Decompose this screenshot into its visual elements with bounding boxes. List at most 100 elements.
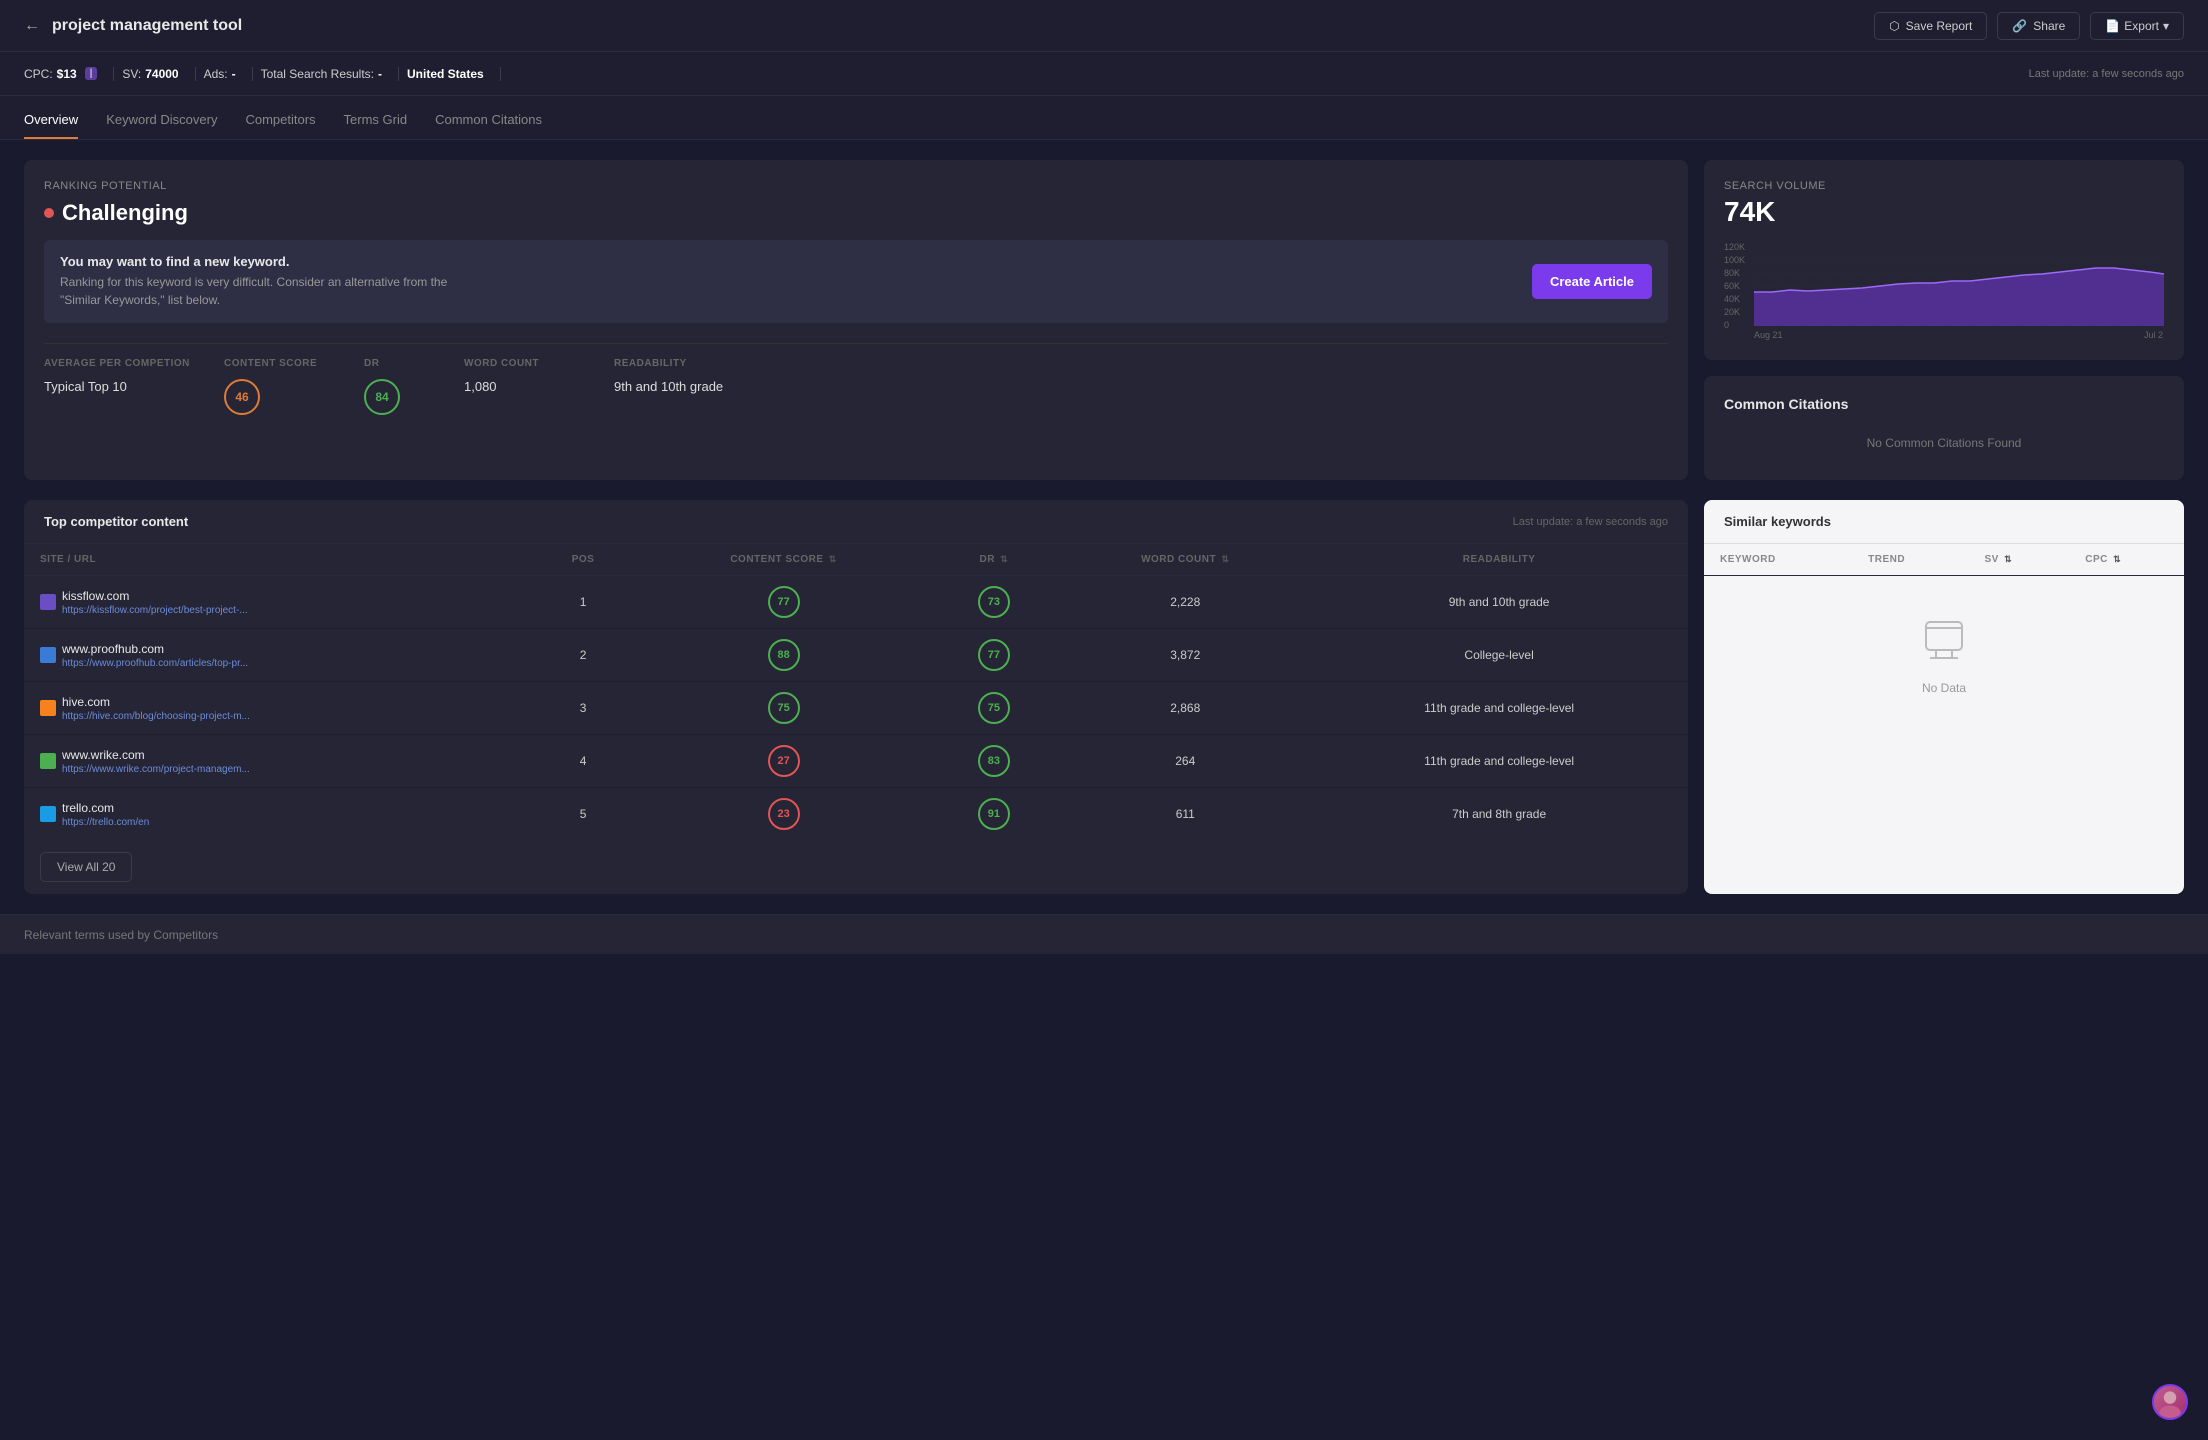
ranking-label: Ranking Potential — [44, 180, 1668, 192]
content-score-cell: 27 — [640, 735, 928, 788]
svg-text:100K: 100K — [1724, 255, 1745, 265]
word-count-cell: 611 — [1060, 788, 1310, 841]
no-data-icon — [1920, 616, 1968, 673]
sort-icon-wc: ⇅ — [1221, 554, 1229, 564]
search-volume-card: Search Volume 74K 120K 100K 80K 60K 40K … — [1704, 160, 2184, 360]
app-header: ← project management tool ⬡ Save Report … — [0, 0, 2208, 52]
svg-text:20K: 20K — [1724, 307, 1740, 317]
tab-overview[interactable]: Overview — [24, 112, 78, 139]
readability-cell: College-level — [1310, 629, 1688, 682]
cpc-badge: | — [85, 67, 98, 80]
col-dr: DR ⇅ — [927, 544, 1060, 576]
col-site: SITE / URL — [24, 544, 526, 576]
tab-bar: Overview Keyword Discovery Competitors T… — [0, 96, 2208, 140]
content-score-circle: 77 — [768, 586, 800, 618]
svg-text:Jul 2: Jul 2 — [2144, 330, 2163, 340]
svg-text:60K: 60K — [1724, 281, 1740, 291]
competitor-title: Top competitor content — [44, 514, 188, 529]
create-article-button[interactable]: Create Article — [1532, 264, 1652, 299]
table-row: hive.com https://hive.com/blog/choosing-… — [24, 682, 1688, 735]
relevant-terms-bar: Relevant terms used by Competitors — [0, 914, 2208, 954]
pos-cell: 2 — [526, 629, 639, 682]
header-actions: ⬡ Save Report 🔗 Share 📄 Export ▾ — [1874, 12, 2184, 40]
col-readability: READABILITY — [1310, 544, 1688, 576]
tab-common-citations[interactable]: Common Citations — [435, 112, 542, 139]
sv-meta: SV: 74000 — [122, 67, 195, 81]
pos-cell: 5 — [526, 788, 639, 841]
dr-badge: 84 — [364, 379, 400, 415]
pos-cell: 3 — [526, 682, 639, 735]
word-count-cell: 264 — [1060, 735, 1310, 788]
word-count-cell: 2,228 — [1060, 576, 1310, 629]
content-score-cell: 75 — [640, 682, 928, 735]
ads-meta: Ads: - — [204, 67, 253, 81]
ranking-value: Challenging — [44, 200, 1668, 226]
dr-circle: 75 — [978, 692, 1010, 724]
pos-cell: 4 — [526, 735, 639, 788]
metric-col-label: AVERAGE PER COMPETION Typical Top 10 — [44, 358, 224, 415]
bottom-section: Top competitor content Last update: a fe… — [0, 500, 2208, 914]
cpc-meta: CPC: $13 | — [24, 67, 114, 81]
competitor-update: Last update: a few seconds ago — [1513, 516, 1668, 528]
avatar[interactable] — [2152, 1384, 2188, 1420]
col-pos: POS — [526, 544, 639, 576]
search-volume-chart: 120K 100K 80K 60K 40K 20K 0 — [1724, 240, 2164, 340]
relevant-terms-label: Relevant terms used by Competitors — [24, 928, 218, 942]
sv-label: Search Volume — [1724, 180, 2164, 192]
table-row: www.wrike.com https://www.wrike.com/proj… — [24, 735, 1688, 788]
svg-text:80K: 80K — [1724, 268, 1740, 278]
dr-cell: 91 — [927, 788, 1060, 841]
dr-cell: 75 — [927, 682, 1060, 735]
site-cell: www.proofhub.com https://www.proofhub.co… — [24, 629, 526, 682]
word-count-cell: 3,872 — [1060, 629, 1310, 682]
back-button[interactable]: ← — [24, 17, 40, 35]
competitor-card: Top competitor content Last update: a fe… — [24, 500, 1688, 894]
table-row: www.proofhub.com https://www.proofhub.co… — [24, 629, 1688, 682]
citations-title: Common Citations — [1724, 396, 2164, 412]
view-all-button[interactable]: View All 20 — [40, 852, 132, 882]
dr-circle: 73 — [978, 586, 1010, 618]
metrics-grid: AVERAGE PER COMPETION Typical Top 10 CON… — [44, 343, 1668, 415]
metric-col-dr: DR 84 — [364, 358, 464, 415]
dr-cell: 83 — [927, 735, 1060, 788]
no-data-label: No Data — [1922, 681, 1966, 695]
content-score-circle: 27 — [768, 745, 800, 777]
content-score-cell: 88 — [640, 629, 928, 682]
similar-keywords-card: Similar keywords KEYWORD TREND SV ⇅ CPC … — [1704, 500, 2184, 894]
content-score-badge: 46 — [224, 379, 260, 415]
tab-terms-grid[interactable]: Terms Grid — [344, 112, 408, 139]
tab-keyword-discovery[interactable]: Keyword Discovery — [106, 112, 217, 139]
sk-col-trend: TREND — [1852, 544, 1968, 576]
ranking-dot — [44, 208, 54, 218]
metric-col-content: CONTENT SCORE 46 — [224, 358, 364, 415]
metric-col-readability: READABILITY 9th and 10th grade — [614, 358, 1668, 415]
export-button[interactable]: 📄 Export ▾ — [2090, 12, 2184, 40]
svg-text:0: 0 — [1724, 320, 1729, 330]
similar-header: Similar keywords — [1704, 500, 2184, 544]
similar-keywords-table: KEYWORD TREND SV ⇅ CPC ⇅ — [1704, 544, 2184, 576]
save-icon: ⬡ — [1889, 19, 1899, 33]
svg-text:120K: 120K — [1724, 242, 1745, 252]
save-report-button[interactable]: ⬡ Save Report — [1874, 12, 1987, 40]
right-panel: Search Volume 74K 120K 100K 80K 60K 40K … — [1704, 160, 2184, 480]
dr-circle: 77 — [978, 639, 1010, 671]
dr-circle: 83 — [978, 745, 1010, 777]
sort-icon-dr: ⇅ — [1000, 554, 1008, 564]
table-row: trello.com https://trello.com/en 5 23 91… — [24, 788, 1688, 841]
last-update-header: Last update: a few seconds ago — [2029, 68, 2184, 80]
citations-no-data: No Common Citations Found — [1724, 426, 2164, 460]
dr-cell: 77 — [927, 629, 1060, 682]
sort-icon-sv: ⇅ — [2004, 554, 2012, 564]
header-left: ← project management tool — [24, 17, 242, 35]
sv-value: 74K — [1724, 196, 2164, 228]
share-button[interactable]: 🔗 Share — [1997, 12, 2080, 40]
dr-circle: 91 — [978, 798, 1010, 830]
ranking-card: Ranking Potential Challenging You may wa… — [24, 160, 1688, 480]
readability-cell: 9th and 10th grade — [1310, 576, 1688, 629]
site-cell: hive.com https://hive.com/blog/choosing-… — [24, 682, 526, 735]
page-title: project management tool — [52, 17, 242, 35]
no-data-box: No Data — [1704, 576, 2184, 735]
site-cell: trello.com https://trello.com/en — [24, 788, 526, 841]
site-cell: kissflow.com https://kissflow.com/projec… — [24, 576, 526, 629]
tab-competitors[interactable]: Competitors — [245, 112, 315, 139]
